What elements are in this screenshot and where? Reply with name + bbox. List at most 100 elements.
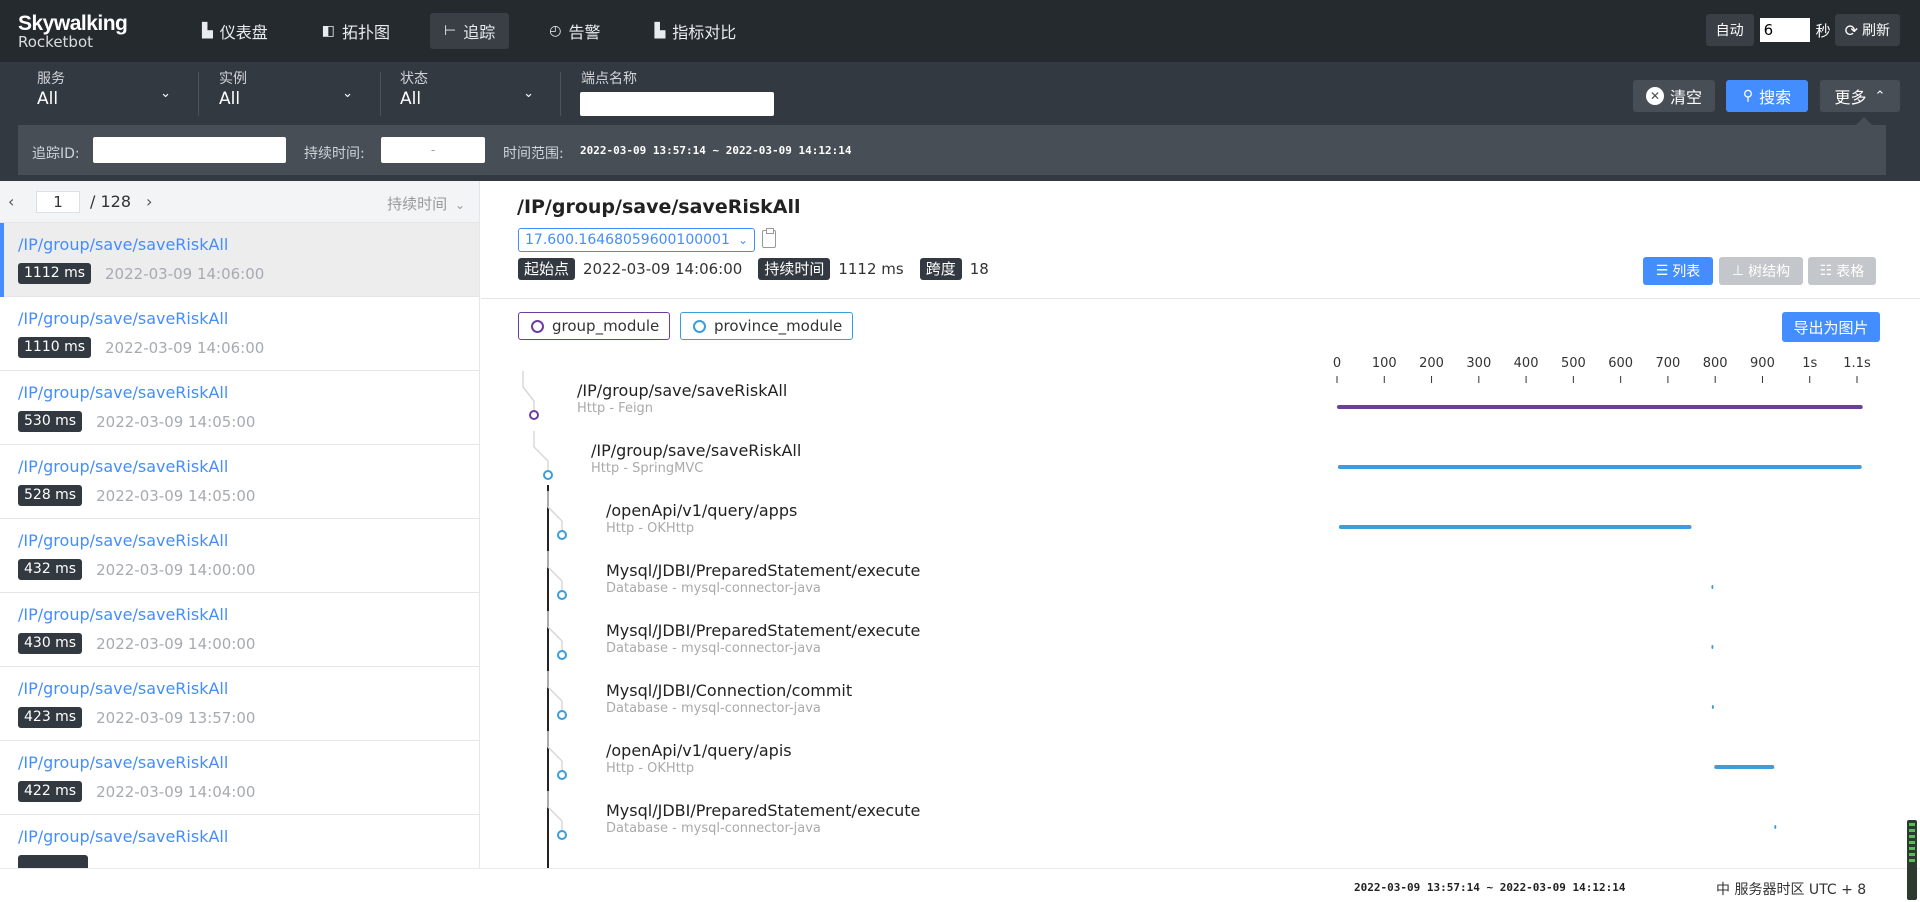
nav-item-label: 追踪 xyxy=(463,23,496,42)
span-name[interactable]: Mysql/JDBI/PreparedStatement/execute xyxy=(606,561,920,580)
nav-item-3[interactable]: ◴ 告警 xyxy=(535,13,614,49)
span-name[interactable]: /IP/group/save/saveRiskAll xyxy=(577,381,787,400)
prev-page-icon[interactable]: ‹ xyxy=(8,192,14,211)
more-panel-arrow xyxy=(1856,117,1872,125)
axis-tick-label: 1.1s xyxy=(1843,356,1871,371)
main-nav: ▙ 仪表盘 ◧ 拓扑图 ⊢ 追踪 ◴ 告警 ▙ 指标对比 xyxy=(170,13,776,49)
view-table-label: 表格 xyxy=(1836,264,1865,280)
more-button[interactable]: 更多 ⌃ xyxy=(1820,80,1900,112)
instance-label: 实例 xyxy=(219,71,247,87)
auto-label: 自动 xyxy=(1715,23,1744,39)
span-name[interactable]: /openApi/v1/query/apps xyxy=(606,501,797,520)
trace-list-item[interactable]: /IP/group/save/saveRiskAll 422 ms 2022-03-… xyxy=(0,741,479,815)
refresh-interval-input[interactable]: 6 xyxy=(1759,18,1810,42)
sort-select[interactable]: 持续时间 ⌄ xyxy=(387,193,465,214)
trace-list-item[interactable]: /IP/group/save/saveRiskAll 530 ms 2022-03-… xyxy=(0,371,479,445)
nav-item-4[interactable]: ▙ 指标对比 xyxy=(641,13,751,49)
service-legend-province-module[interactable]: province_module xyxy=(680,312,854,340)
trace-endpoint-name: /IP/group/save/saveRiskAll xyxy=(18,383,229,402)
chevron-down-icon: ⌄ xyxy=(160,86,171,101)
service-select[interactable]: 服务 All ⌄ xyxy=(37,71,177,117)
trace-list-item[interactable]: /IP/group/save/saveRiskAll 430 ms 2022-03-… xyxy=(0,593,479,667)
next-page-icon[interactable]: › xyxy=(146,192,152,211)
span-node-dot xyxy=(557,830,567,840)
trace-id-select[interactable]: 17.600.16468059600100001 ⌄ xyxy=(518,228,755,252)
span-bar xyxy=(1337,405,1863,409)
trace-start-time: 2022-03-09 14:00:00 xyxy=(96,634,256,653)
pagination: ‹ 1 / 128 › 持续时间 ⌄ xyxy=(0,181,479,223)
span-component: Http - OKHttp xyxy=(606,521,695,536)
page-total: / 128 xyxy=(90,192,132,211)
trace-list-item[interactable]: /IP/group/save/saveRiskAll 1112 ms 2022-03… xyxy=(0,223,479,297)
chevron-up-icon: ⌃ xyxy=(1874,88,1886,104)
axis-tick-label: 0 xyxy=(1332,356,1342,371)
trace-duration-badge: 423 ms xyxy=(18,707,83,728)
trace-duration-badge: 530 ms xyxy=(18,411,83,432)
nav-item-label: 指标对比 xyxy=(672,23,737,42)
endpoint-input[interactable] xyxy=(580,92,774,116)
span-bar xyxy=(1338,525,1692,529)
service-legend-group-module[interactable]: group_module xyxy=(518,312,671,340)
close-icon: ✕ xyxy=(1645,87,1664,105)
trace-list-item[interactable]: /IP/group/save/saveRiskAll 423 ms 2022-03-… xyxy=(0,667,479,741)
time-range-picker[interactable]: 2022-03-09 13:57:14 ~ 2022-03-09 14:12:1… xyxy=(580,144,852,157)
view-list-button[interactable]: ☰ 列表 xyxy=(1643,257,1713,285)
search-icon: ⚲ xyxy=(1742,88,1754,104)
nav-item-2[interactable]: ⊢ 追踪 xyxy=(430,13,510,49)
span-name[interactable]: /openApi/v1/query/apis xyxy=(606,741,792,760)
span-bar xyxy=(1711,705,1714,709)
span-component: Http - SpringMVC xyxy=(591,461,704,476)
span-name[interactable]: Mysql/JDBI/PreparedStatement/execute xyxy=(606,801,920,820)
trace-meta-row: 423 ms 2022-03-09 13:57:00 xyxy=(18,707,479,728)
trace-start-time: 2022-03-09 14:05:00 xyxy=(96,412,256,431)
divider xyxy=(560,72,561,116)
refresh-button[interactable]: ⟳ 刷新 xyxy=(1834,14,1900,46)
span-node-dot xyxy=(557,590,567,600)
span-connector xyxy=(547,791,563,830)
search-label: 搜索 xyxy=(1759,88,1792,107)
span-component: Database - mysql-connector-java xyxy=(606,581,821,596)
auto-refresh-toggle[interactable]: 自动 xyxy=(1705,14,1754,46)
span-node-dot xyxy=(557,530,567,540)
trace-start-time: 2022-03-09 14:04:00 xyxy=(96,782,256,801)
trace-list-item[interactable]: /IP/group/save/saveRiskAll 528 ms 2022-03-… xyxy=(0,445,479,519)
span-bar xyxy=(1711,585,1714,589)
view-table-button[interactable]: ☷ 表格 xyxy=(1808,257,1876,285)
nav-item-0[interactable]: ▙ 仪表盘 xyxy=(188,13,282,49)
nav-item-1[interactable]: ◧ 拓扑图 xyxy=(308,13,404,49)
span-connector xyxy=(522,371,535,410)
trace-id-input[interactable] xyxy=(93,137,286,163)
span-connector xyxy=(547,671,563,710)
clear-button[interactable]: ✕ 清空 xyxy=(1633,80,1715,112)
search-button[interactable]: ⚲ 搜索 xyxy=(1726,80,1808,112)
export-image-button[interactable]: 导出为图片 xyxy=(1782,312,1880,342)
duration-value: 1112 ms xyxy=(838,260,904,278)
span-name[interactable]: Mysql/JDBI/Connection/commit xyxy=(606,681,852,700)
trace-list-panel: ‹ 1 / 128 › 持续时间 ⌄ /IP/group/save/saveRi… xyxy=(0,181,480,868)
span-bar xyxy=(1774,825,1777,829)
trace-list-item[interactable]: /IP/group/save/saveRiskAll 1110 ms 2022-03… xyxy=(0,297,479,371)
trace-list: /IP/group/save/saveRiskAll 1112 ms 2022-03… xyxy=(0,223,479,868)
state-select[interactable]: 状态 All ⌄ xyxy=(400,71,540,117)
trace-list-item[interactable]: /IP/group/save/saveRiskAll 432 ms 2022-03-… xyxy=(0,519,479,593)
nav-item-label: 告警 xyxy=(568,23,601,42)
view-tree-button[interactable]: ⊥ 树结构 xyxy=(1719,257,1803,285)
span-name[interactable]: /IP/group/save/saveRiskAll xyxy=(591,441,801,460)
span-name[interactable]: Mysql/JDBI/PreparedStatement/execute xyxy=(606,621,920,640)
copy-icon[interactable] xyxy=(762,228,776,248)
page-input[interactable]: 1 xyxy=(36,191,80,213)
span-connector xyxy=(547,491,563,530)
instance-select[interactable]: 实例 All ⌄ xyxy=(219,71,359,117)
duration-range-input[interactable]: - xyxy=(381,137,485,163)
trace-list-item[interactable]: /IP/group/save/saveRiskAll xyxy=(0,815,479,868)
start-tag: 起始点 xyxy=(518,258,576,280)
span-connector xyxy=(547,611,563,650)
axis-tick-label: 600 xyxy=(1608,356,1634,371)
time-range-label: 时间范围: xyxy=(503,146,564,162)
axis-tick-label: 200 xyxy=(1419,356,1444,371)
service-label: 服务 xyxy=(37,71,65,87)
axis-tick-label: 900 xyxy=(1750,356,1775,371)
logo[interactable]: Skywalking Rocketbot xyxy=(0,13,170,50)
span-connector xyxy=(547,731,563,770)
trace-meta-row: 530 ms 2022-03-09 14:05:00 xyxy=(18,411,479,432)
